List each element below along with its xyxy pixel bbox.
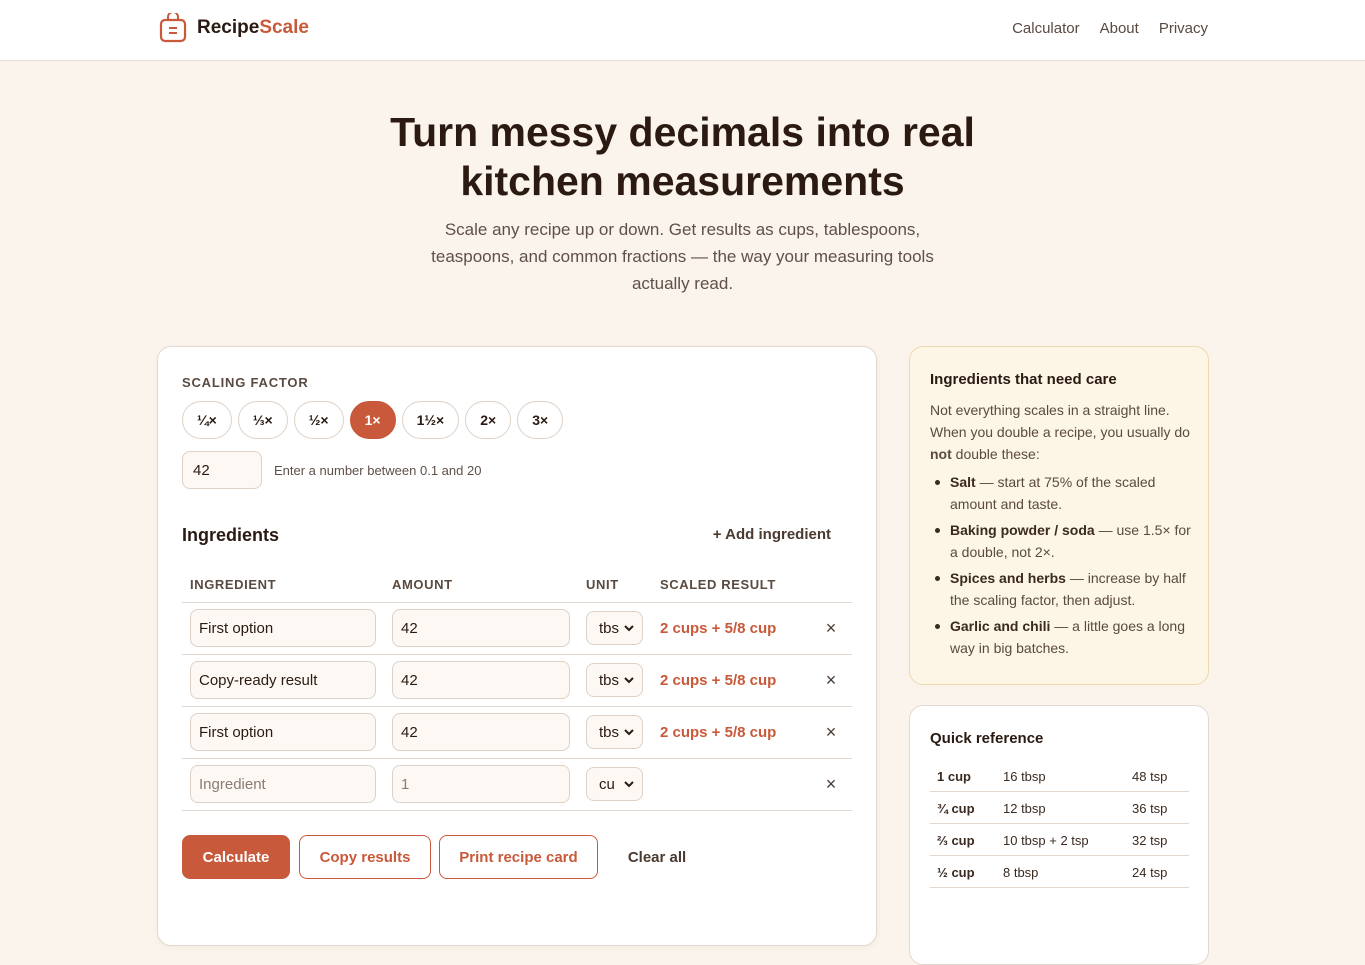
main-nav: Calculator About Privacy <box>1012 20 1208 37</box>
unit-select[interactable]: tbs <box>586 663 643 697</box>
print-recipe-card-button[interactable]: Print recipe card <box>439 835 598 879</box>
scaled-result: 2 cups + 5/8 cup <box>660 724 777 741</box>
table-row: ¾ cup 12 tbsp 36 tsp <box>930 792 1189 824</box>
calculator-card: SCALING FACTOR ¼× ⅓× ½× 1× 1½× 2× 3× Ent… <box>157 346 877 946</box>
table-row: 1 cup 16 tbsp 48 tsp <box>930 760 1189 792</box>
add-ingredient-button[interactable]: + Add ingredient <box>713 526 831 543</box>
nav-about-link[interactable]: About <box>1100 20 1139 37</box>
amount-input[interactable] <box>392 765 570 803</box>
table-row: tbs 2 cups + 5/8 cup × <box>182 603 852 655</box>
custom-factor-input[interactable] <box>182 451 262 489</box>
amount-input[interactable] <box>392 609 570 647</box>
table-row: tbs 2 cups + 5/8 cup × <box>182 655 852 707</box>
top-bar: RecipeScale Calculator About Privacy <box>0 0 1365 61</box>
chevron-down-icon <box>624 729 634 736</box>
ingredient-name-input[interactable] <box>190 661 376 699</box>
close-icon[interactable]: × <box>824 670 838 690</box>
nav-privacy-link[interactable]: Privacy <box>1159 20 1208 37</box>
hero-title: Turn messy decimals into real kitchen mea… <box>390 109 975 204</box>
calculate-button[interactable]: Calculate <box>182 835 290 879</box>
care-intro: Not everything scales in a straight line… <box>930 402 1190 462</box>
quick-reference-panel: Quick reference 1 cup 16 tbsp 48 tsp ¾ cup… <box>909 705 1209 965</box>
table-row: ½ cup 8 tbsp 24 tsp <box>930 856 1189 888</box>
close-icon[interactable]: × <box>824 774 838 794</box>
chevron-down-icon <box>624 677 634 684</box>
chip-quarter[interactable]: ¼× <box>182 401 232 439</box>
chevron-down-icon <box>624 625 634 632</box>
quick-reference-title: Quick reference <box>930 730 1044 747</box>
table-row: tbs 2 cups + 5/8 cup × <box>182 707 852 759</box>
list-item: Spices and herbs — increase by half the … <box>930 567 1192 611</box>
chip-one[interactable]: 1× <box>349 401 396 439</box>
hero-subtitle: Scale any recipe up or down. Get results… <box>431 220 934 293</box>
unit-select[interactable]: cu <box>586 767 643 801</box>
chip-triple[interactable]: 3× <box>517 401 564 439</box>
list-item: Salt — start at 75% of the scaled amount… <box>930 471 1192 515</box>
brand-name: RecipeScale <box>197 17 309 38</box>
chip-one-and-half[interactable]: 1½× <box>401 401 460 439</box>
unit-select[interactable]: tbs <box>586 715 643 749</box>
table-row: cu × <box>182 759 852 811</box>
header-unit: UNIT <box>586 577 619 592</box>
chip-half[interactable]: ½× <box>293 401 344 439</box>
chevron-down-icon <box>624 781 634 788</box>
scaled-result: 2 cups + 5/8 cup <box>660 620 777 637</box>
ingredient-name-input[interactable] <box>190 765 376 803</box>
close-icon[interactable]: × <box>824 722 838 742</box>
recipe-box-icon <box>159 13 187 43</box>
close-icon[interactable]: × <box>824 618 838 638</box>
amount-input[interactable] <box>392 661 570 699</box>
scaled-result: 2 cups + 5/8 cup <box>660 672 777 689</box>
header-scaled-result: SCALED RESULT <box>660 577 776 592</box>
table-row: ⅔ cup 10 tbsp + 2 tsp 32 tsp <box>930 824 1189 856</box>
scaling-chips: ¼× ⅓× ½× 1× 1½× 2× 3× <box>182 401 564 439</box>
care-panel: Ingredients that need care Not everythin… <box>909 346 1209 685</box>
clear-all-button[interactable]: Clear all <box>614 835 700 879</box>
care-list: Salt — start at 75% of the scaled amount… <box>930 471 1192 663</box>
list-item: Baking powder / soda — use 1.5× for a do… <box>930 519 1192 563</box>
chip-third[interactable]: ⅓× <box>237 401 288 439</box>
scaling-factor-label: SCALING FACTOR <box>182 375 309 390</box>
brand-logo[interactable]: RecipeScale <box>159 13 309 43</box>
copy-results-button[interactable]: Copy results <box>299 835 431 879</box>
header-amount: AMOUNT <box>392 577 453 592</box>
header-ingredient: INGREDIENT <box>190 577 277 592</box>
ingredients-table-header: INGREDIENT AMOUNT UNIT SCALED RESULT <box>182 577 852 603</box>
amount-input[interactable] <box>392 713 570 751</box>
factor-hint: Enter a number between 0.1 and 20 <box>274 463 482 478</box>
list-item: Garlic and chili — a little goes a long … <box>930 615 1192 659</box>
unit-select[interactable]: tbs <box>586 611 643 645</box>
ingredient-name-input[interactable] <box>190 609 376 647</box>
reference-table: 1 cup 16 tbsp 48 tsp ¾ cup 12 tbsp 36 tsp ⅔ … <box>930 760 1189 888</box>
ingredient-name-input[interactable] <box>190 713 376 751</box>
care-title: Ingredients that need care <box>930 371 1117 388</box>
chip-double[interactable]: 2× <box>465 401 512 439</box>
nav-calculator-link[interactable]: Calculator <box>1012 20 1080 37</box>
ingredients-title: Ingredients <box>182 525 280 545</box>
